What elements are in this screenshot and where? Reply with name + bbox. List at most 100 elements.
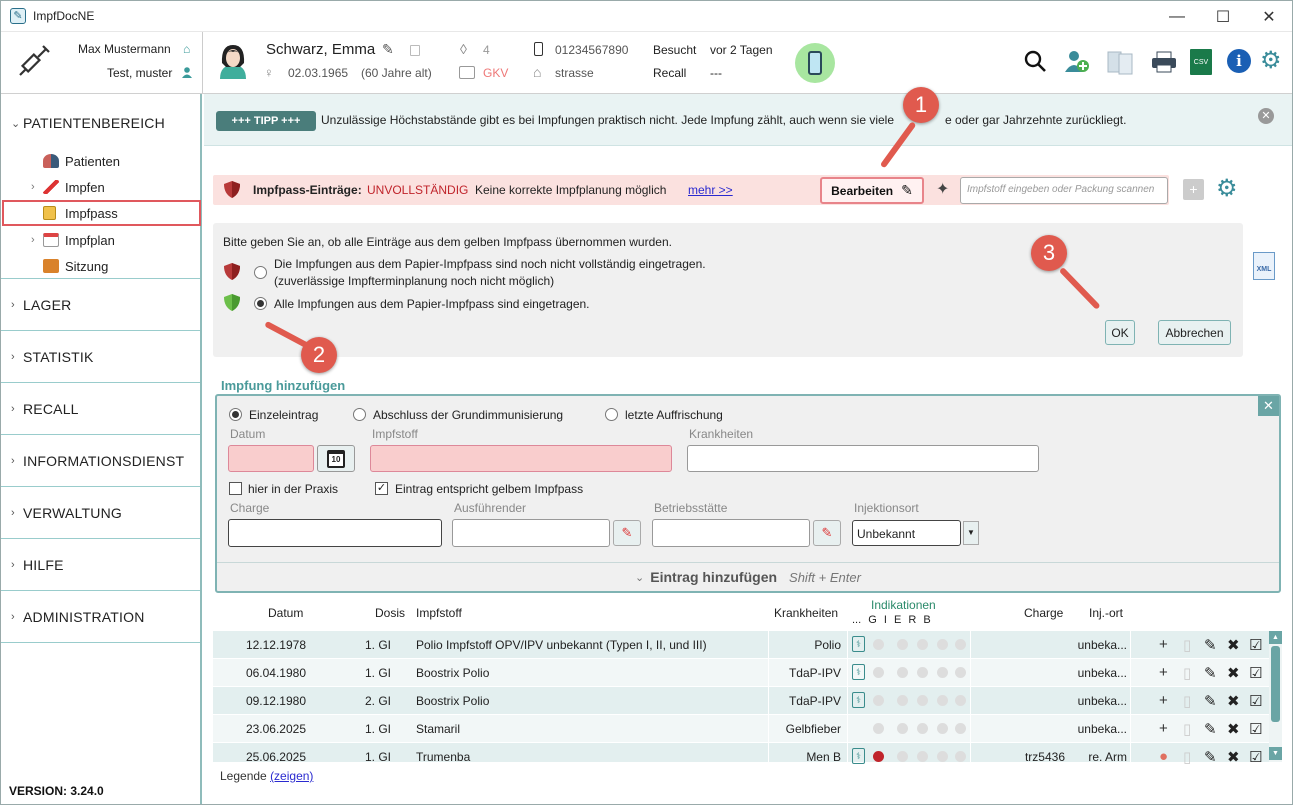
datum-input[interactable] — [228, 445, 314, 472]
edit-patient-icon[interactable]: ✎ — [382, 41, 394, 58]
settings-gear-icon[interactable]: ⚙ — [1260, 49, 1282, 73]
nav-section-recall[interactable]: › RECALL — [1, 383, 200, 435]
dropdown-arrow-icon[interactable]: ▼ — [963, 521, 979, 545]
card-icon[interactable]: ▯ — [1183, 636, 1191, 654]
col-injort[interactable]: Inj.-ort — [1089, 606, 1123, 620]
scroll-down-icon[interactable]: ▼ — [1269, 747, 1282, 760]
documents-icon[interactable] — [1106, 48, 1134, 76]
edit-row-icon[interactable]: ✎ — [1204, 720, 1217, 738]
sidebar-item-impfen[interactable]: › Impfen — [31, 176, 105, 198]
radio-auffrischung[interactable] — [605, 408, 618, 421]
radio-complete[interactable] — [254, 297, 267, 310]
tag-icon[interactable]: ◊ — [460, 41, 467, 57]
csv-export-icon[interactable]: CSV — [1190, 49, 1212, 75]
radio-einzeleintrag[interactable] — [229, 408, 242, 421]
calendar-button[interactable]: 10 — [317, 445, 355, 472]
maximize-icon[interactable]: ☐ — [1200, 1, 1246, 32]
edit-row-icon[interactable]: ✎ — [1204, 692, 1217, 710]
vaccine-search-input[interactable]: Impfstoff eingeben oder Packung scannen — [960, 177, 1168, 204]
card-icon[interactable] — [410, 45, 420, 56]
table-row[interactable]: 12.12.1978 1. GI Polio Impfstoff OPV/IPV u… — [213, 630, 1269, 658]
home-icon[interactable]: ⌂ — [183, 42, 190, 56]
close-tip-icon[interactable]: ✕ — [1258, 108, 1274, 124]
col-datum[interactable]: Datum — [268, 606, 303, 620]
gelb-checkbox[interactable]: ✓ — [375, 482, 388, 495]
injection-site-icon[interactable]: ● — [1159, 748, 1168, 765]
nav-section-patientenbereich[interactable]: ⌄ PATIENTENBEREICH — [1, 97, 200, 149]
cancel-button[interactable]: Abbrechen — [1158, 320, 1231, 345]
legend-show-link[interactable]: (zeigen) — [270, 769, 313, 783]
delete-row-icon[interactable]: ✖ — [1227, 664, 1240, 682]
table-row[interactable]: 25.06.2025 1. GI Trumenba Men B trz5436 re. A… — [213, 742, 1269, 766]
edit-row-icon[interactable]: ✎ — [1204, 664, 1217, 682]
edit-button[interactable]: Bearbeiten ✎ — [820, 177, 924, 204]
card-icon[interactable]: ▯ — [1183, 748, 1191, 766]
scroll-up-icon[interactable]: ▲ — [1269, 631, 1282, 644]
more-link[interactable]: mehr >> — [688, 183, 733, 197]
radio-grundimmunisierung[interactable] — [353, 408, 366, 421]
sidebar-item-impfpass[interactable]: Impfpass — [43, 202, 118, 224]
eraser-button[interactable]: ✎ — [813, 520, 841, 546]
charge-input[interactable] — [228, 519, 442, 547]
minimize-icon[interactable]: — — [1154, 1, 1200, 32]
card-icon[interactable]: ▯ — [1183, 664, 1191, 682]
nav-section-administration[interactable]: › ADMINISTRATION — [1, 591, 200, 643]
add-dose-icon[interactable]: + — [1159, 664, 1168, 681]
edit-row-icon[interactable]: ✎ — [1204, 636, 1217, 654]
nav-section-verwaltung[interactable]: › VERWALTUNG — [1, 487, 200, 539]
xml-export-icon[interactable]: XML — [1253, 252, 1275, 280]
table-row[interactable]: 06.04.1980 1. GI Boostrix Polio TdaP-IPV unb… — [213, 658, 1269, 686]
magic-wand-icon[interactable]: ✦ — [936, 179, 949, 199]
settings-gear-icon[interactable]: ⚙ — [1216, 176, 1238, 202]
submit-entry-button[interactable]: ⌄ Eintrag hinzufügen Shift + Enter — [217, 563, 1279, 591]
row-checkbox[interactable]: ☑ — [1249, 692, 1262, 710]
sidebar-item-sitzung[interactable]: Sitzung — [43, 255, 108, 277]
col-krankheiten[interactable]: Krankheiten — [774, 606, 838, 620]
add-dose-icon[interactable]: + — [1159, 720, 1168, 737]
close-add-panel-icon[interactable]: ✕ — [1258, 396, 1279, 416]
sidebar-item-patienten[interactable]: Patienten — [43, 150, 120, 172]
vaccination-book-icon — [43, 206, 56, 220]
add-vaccine-icon[interactable]: + — [1183, 179, 1204, 200]
praxis-checkbox[interactable] — [229, 482, 242, 495]
ausfuehrender-input[interactable] — [452, 519, 610, 547]
add-dose-icon[interactable]: + — [1159, 692, 1168, 709]
nav-section-hilfe[interactable]: › HILFE — [1, 539, 200, 591]
row-checkbox[interactable]: ☑ — [1249, 664, 1262, 682]
row-checkbox[interactable]: ☑ — [1249, 720, 1262, 738]
krankheiten-input[interactable] — [687, 445, 1039, 472]
nav-section-lager[interactable]: › LAGER — [1, 279, 200, 331]
card-icon[interactable]: ▯ — [1183, 692, 1191, 710]
add-patient-icon[interactable] — [1064, 48, 1090, 74]
row-checkbox[interactable]: ☑ — [1249, 636, 1262, 654]
impfstoff-input[interactable] — [370, 445, 672, 472]
col-impfstoff[interactable]: Impfstoff — [416, 606, 462, 620]
table-row[interactable]: 23.06.2025 1. GI Stamaril Gelbfieber unbeka.… — [213, 714, 1269, 742]
sidebar-item-impfplan[interactable]: › Impfplan — [31, 229, 115, 251]
betriebsstaette-input[interactable] — [652, 519, 810, 547]
delete-row-icon[interactable]: ✖ — [1227, 692, 1240, 710]
eraser-button[interactable]: ✎ — [613, 520, 641, 546]
scrollbar-thumb[interactable] — [1271, 646, 1280, 722]
injektionsort-select[interactable]: Unbekannt — [852, 520, 961, 546]
person-icon[interactable] — [182, 66, 192, 78]
table-row[interactable]: 09.12.1980 2. GI Boostrix Polio TdaP-IPV unb… — [213, 686, 1269, 714]
row-checkbox[interactable]: ☑ — [1249, 748, 1262, 766]
nav-section-informationsdienst[interactable]: › INFORMATIONSDIENST — [1, 435, 200, 487]
radio-incomplete[interactable] — [254, 266, 267, 279]
add-dose-icon[interactable]: + — [1159, 636, 1168, 653]
delete-row-icon[interactable]: ✖ — [1227, 636, 1240, 654]
edit-row-icon[interactable]: ✎ — [1204, 748, 1217, 766]
close-icon[interactable]: ✕ — [1246, 1, 1292, 32]
card-icon[interactable]: ▯ — [1183, 720, 1191, 738]
search-icon[interactable] — [1023, 49, 1047, 73]
delete-row-icon[interactable]: ✖ — [1227, 748, 1240, 766]
delete-row-icon[interactable]: ✖ — [1227, 720, 1240, 738]
mobile-device-icon[interactable] — [795, 43, 835, 83]
info-icon[interactable]: i — [1227, 49, 1251, 73]
col-charge[interactable]: Charge — [1024, 606, 1063, 620]
ok-button[interactable]: OK — [1105, 320, 1135, 345]
col-dosis[interactable]: Dosis — [375, 606, 405, 620]
nav-section-statistik[interactable]: › STATISTIK — [1, 331, 200, 383]
print-icon[interactable] — [1151, 51, 1177, 73]
